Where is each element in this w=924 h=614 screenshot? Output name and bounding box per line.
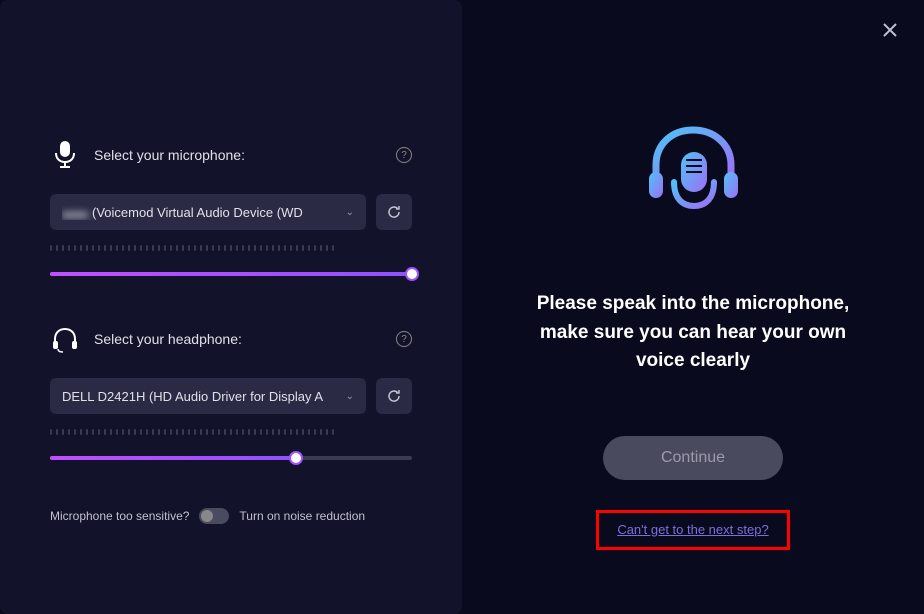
refresh-icon: [386, 204, 402, 220]
chevron-down-icon: ⌄: [346, 207, 354, 218]
hero-mic-headphone-icon: [626, 110, 761, 245]
headphone-slider-thumb[interactable]: [289, 451, 303, 465]
mic-header: Select your microphone: ?: [50, 140, 412, 170]
microphone-icon: [50, 140, 80, 170]
headphone-device-row: DELL D2421H (HD Audio Driver for Display…: [50, 378, 412, 414]
close-icon: [883, 23, 897, 37]
mic-device-blurred: ▬▬: [62, 205, 88, 220]
headphone-refresh-button[interactable]: [376, 378, 412, 414]
headphone-volume-slider[interactable]: [50, 456, 412, 460]
close-button[interactable]: [878, 18, 902, 42]
noise-reduction-row: Microphone too sensitive? Turn on noise …: [50, 508, 412, 524]
headphone-device-select[interactable]: DELL D2421H (HD Audio Driver for Display…: [50, 378, 366, 414]
mic-label: Select your microphone:: [94, 147, 396, 163]
mic-volume-slider[interactable]: [50, 272, 412, 276]
continue-button[interactable]: Continue: [603, 436, 783, 480]
help-icon[interactable]: ?: [396, 147, 412, 163]
headphone-icon: [50, 324, 80, 354]
continue-label: Continue: [661, 449, 725, 467]
noise-reduction-toggle[interactable]: [199, 508, 229, 524]
mic-slider-fill: [50, 272, 412, 276]
headphone-slider-fill: [50, 456, 296, 460]
headphone-device-name: DELL D2421H (HD Audio Driver for Display…: [62, 389, 340, 404]
help-icon[interactable]: ?: [396, 331, 412, 347]
mic-slider-thumb[interactable]: [405, 267, 419, 281]
mic-device-row: ▬▬ (Voicemod Virtual Audio Device (WD ⌄: [50, 194, 412, 230]
mic-refresh-button[interactable]: [376, 194, 412, 230]
refresh-icon: [386, 388, 402, 404]
headphone-level-meter: [50, 428, 412, 436]
noise-action: Turn on noise reduction: [239, 509, 365, 523]
instruction-panel: Please speak into the microphone, make s…: [462, 0, 924, 614]
mic-device-select[interactable]: ▬▬ (Voicemod Virtual Audio Device (WD ⌄: [50, 194, 366, 230]
mic-level-meter: [50, 244, 412, 252]
headphone-header: Select your headphone: ?: [50, 324, 412, 354]
headphone-section: Select your headphone: ? DELL D2421H (HD…: [50, 324, 412, 460]
next-step-help-link[interactable]: Can't get to the next step?: [617, 522, 768, 537]
toggle-thumb: [201, 510, 213, 522]
chevron-down-icon: ⌄: [346, 391, 354, 402]
settings-panel: Select your microphone: ? ▬▬ (Voicemod Vi…: [0, 0, 462, 614]
instruction-text: Please speak into the microphone, make s…: [533, 290, 853, 376]
mic-device-name: (Voicemod Virtual Audio Device (WD: [92, 205, 303, 220]
headphone-label: Select your headphone:: [94, 331, 396, 347]
mic-section: Select your microphone: ? ▬▬ (Voicemod Vi…: [50, 140, 412, 276]
noise-question: Microphone too sensitive?: [50, 509, 189, 523]
help-link-highlight: Can't get to the next step?: [596, 510, 789, 550]
